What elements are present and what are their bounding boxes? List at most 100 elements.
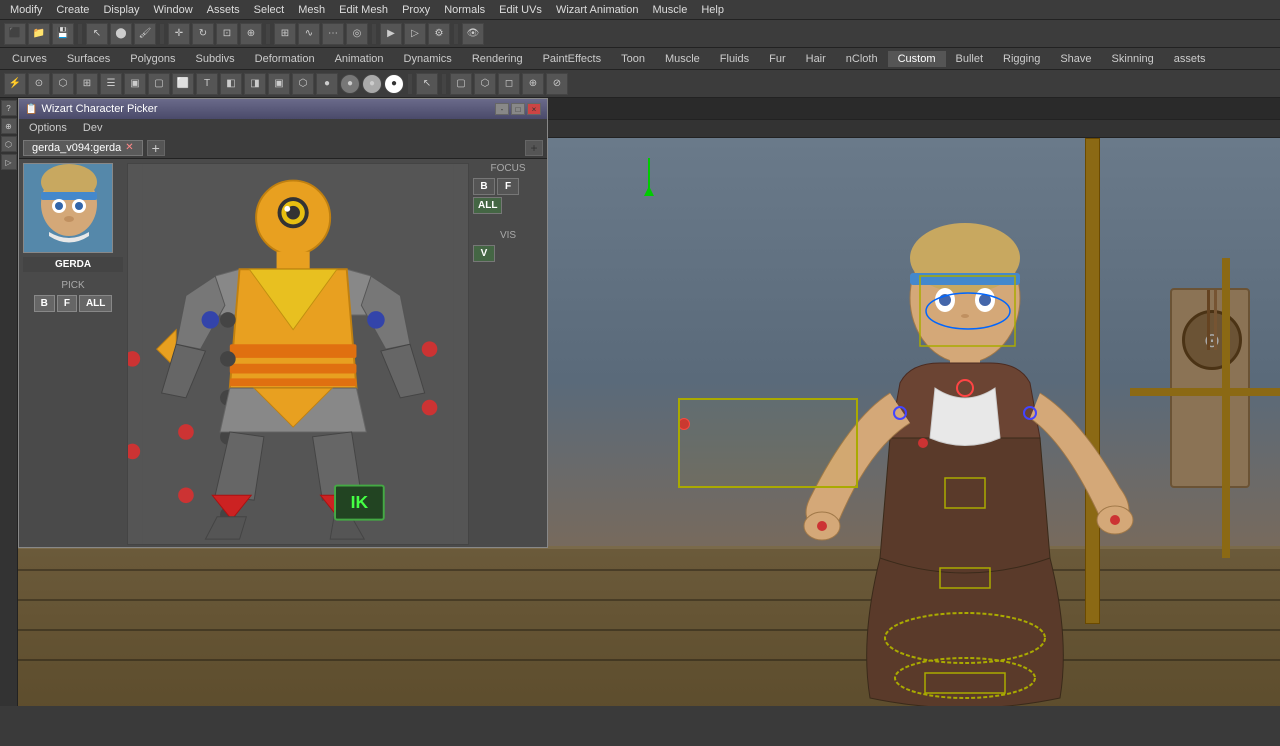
picker-char-tab[interactable]: gerda_v094:gerda ✕ — [23, 140, 143, 156]
menu-window[interactable]: Window — [148, 2, 199, 18]
tab-rendering[interactable]: Rendering — [462, 51, 533, 67]
tab-hair[interactable]: Hair — [796, 51, 836, 67]
char-thumbnail — [23, 163, 113, 253]
tab-shave[interactable]: Shave — [1050, 51, 1101, 67]
menu-assets[interactable]: Assets — [201, 2, 246, 18]
focus-f-btn[interactable]: F — [497, 178, 519, 195]
pick-all-btn[interactable]: ALL — [79, 295, 112, 312]
tab-skinning[interactable]: Skinning — [1102, 51, 1164, 67]
tb-snap-grid[interactable]: ⊞ — [274, 23, 296, 45]
tb-rotate[interactable]: ↻ — [192, 23, 214, 45]
tab-polygons[interactable]: Polygons — [120, 51, 185, 67]
tb2-select-arrow[interactable]: ↖ — [416, 73, 438, 95]
menu-bar: Modify Create Display Window Assets Sele… — [0, 0, 1280, 20]
tb2-icon13[interactable]: ⬡ — [292, 73, 314, 95]
menu-proxy[interactable]: Proxy — [396, 2, 436, 18]
menu-display[interactable]: Display — [97, 2, 145, 18]
tb2-icon12[interactable]: ▣ — [268, 73, 290, 95]
tb2-icon4[interactable]: ⊞ — [76, 73, 98, 95]
tab-ncloth[interactable]: nCloth — [836, 51, 888, 67]
sidebar-btn-3[interactable]: ⬡ — [1, 136, 17, 152]
tb2-icon3[interactable]: ⬡ — [52, 73, 74, 95]
tb2-icon15[interactable]: ● — [340, 74, 360, 94]
menu-mesh[interactable]: Mesh — [292, 2, 331, 18]
picker-titlebar[interactable]: 📋 Wizart Character Picker - □ × — [19, 99, 547, 119]
tb2-icon17[interactable]: ● — [384, 74, 404, 94]
tb2-icon9[interactable]: T — [196, 73, 218, 95]
menu-muscle[interactable]: Muscle — [646, 2, 693, 18]
tab-bullet[interactable]: Bullet — [946, 51, 994, 67]
tb2-icon5[interactable]: ☰ — [100, 73, 122, 95]
tab-assets[interactable]: assets — [1164, 51, 1216, 67]
tb2-icon8[interactable]: ⬜ — [172, 73, 194, 95]
tb2-box2[interactable]: ⬡ — [474, 73, 496, 95]
picker-add-tab-btn[interactable]: + — [147, 140, 165, 156]
tb2-icon1[interactable]: ⚡ — [4, 73, 26, 95]
tb-universal[interactable]: ⊕ — [240, 23, 262, 45]
picker-body-expand-btn[interactable]: + — [525, 140, 543, 156]
tab-deformation[interactable]: Deformation — [245, 51, 325, 67]
picker-tab-close[interactable]: ✕ — [125, 142, 133, 153]
menu-create[interactable]: Create — [50, 2, 95, 18]
tab-curves[interactable]: Curves — [2, 51, 57, 67]
tb2-box1[interactable]: ▢ — [450, 73, 472, 95]
tb2-icon18[interactable]: ⊕ — [522, 73, 544, 95]
tab-fur[interactable]: Fur — [759, 51, 796, 67]
tb2-icon14[interactable]: ● — [316, 73, 338, 95]
tb2-icon11[interactable]: ◨ — [244, 73, 266, 95]
picker-close-btn[interactable]: × — [527, 103, 541, 115]
menu-modify[interactable]: Modify — [4, 2, 48, 18]
tb-sep2 — [160, 24, 164, 44]
picker-menu-options[interactable]: Options — [23, 120, 73, 136]
tb-select[interactable]: ↖ — [86, 23, 108, 45]
tb2-box3[interactable]: ◻ — [498, 73, 520, 95]
sidebar-btn-2[interactable]: ⊕ — [1, 118, 17, 134]
tb2-icon6[interactable]: ▣ — [124, 73, 146, 95]
tb2-icon2[interactable]: ⊙ — [28, 73, 50, 95]
focus-b-btn[interactable]: B — [473, 178, 495, 195]
tab-surfaces[interactable]: Surfaces — [57, 51, 120, 67]
tab-muscle[interactable]: Muscle — [655, 51, 710, 67]
menu-normals[interactable]: Normals — [438, 2, 491, 18]
tb-paint[interactable]: 🖌 — [134, 23, 156, 45]
tab-animation[interactable]: Animation — [325, 51, 394, 67]
tb-show-hide[interactable]: 👁 — [462, 23, 484, 45]
menu-edit-mesh[interactable]: Edit Mesh — [333, 2, 394, 18]
tb2-icon10[interactable]: ◧ — [220, 73, 242, 95]
tb-snap-curve[interactable]: ∿ — [298, 23, 320, 45]
pick-f-btn[interactable]: F — [57, 295, 77, 312]
tb-new[interactable]: ⬛ — [4, 23, 26, 45]
tb-ipr[interactable]: ▷ — [404, 23, 426, 45]
tb-lasso[interactable]: ⬤ — [110, 23, 132, 45]
tab-subdivs[interactable]: Subdivs — [186, 51, 245, 67]
pick-b-btn[interactable]: B — [34, 295, 55, 312]
sidebar-btn-1[interactable]: ? — [1, 100, 17, 116]
menu-help[interactable]: Help — [695, 2, 730, 18]
menu-select[interactable]: Select — [248, 2, 291, 18]
tb2-icon16[interactable]: ● — [362, 74, 382, 94]
tb-snap-point[interactable]: ⋯ — [322, 23, 344, 45]
tab-custom[interactable]: Custom — [888, 51, 946, 67]
tab-fluids[interactable]: Fluids — [710, 51, 759, 67]
tb2-icon19[interactable]: ⊘ — [546, 73, 568, 95]
picker-minimize-btn[interactable]: - — [495, 103, 509, 115]
tb2-icon7[interactable]: ▢ — [148, 73, 170, 95]
menu-wizart-animation[interactable]: Wizart Animation — [550, 2, 645, 18]
picker-maximize-btn[interactable]: □ — [511, 103, 525, 115]
picker-menu-dev[interactable]: Dev — [77, 120, 109, 136]
tb-render-settings[interactable]: ⚙ — [428, 23, 450, 45]
tb-snap-view[interactable]: ◎ — [346, 23, 368, 45]
sidebar-btn-4[interactable]: ▷ — [1, 154, 17, 170]
focus-all-btn[interactable]: ALL — [473, 197, 502, 214]
tb-scale[interactable]: ⊡ — [216, 23, 238, 45]
tab-rigging[interactable]: Rigging — [993, 51, 1050, 67]
menu-edit-uvs[interactable]: Edit UVs — [493, 2, 548, 18]
tb-open[interactable]: 📁 — [28, 23, 50, 45]
tab-toon[interactable]: Toon — [611, 51, 655, 67]
tab-painteffects[interactable]: PaintEffects — [533, 51, 612, 67]
tb-render[interactable]: ▶ — [380, 23, 402, 45]
tb-move[interactable]: ✛ — [168, 23, 190, 45]
tab-dynamics[interactable]: Dynamics — [394, 51, 462, 67]
tb-save[interactable]: 💾 — [52, 23, 74, 45]
vis-v-btn[interactable]: V — [473, 245, 495, 262]
